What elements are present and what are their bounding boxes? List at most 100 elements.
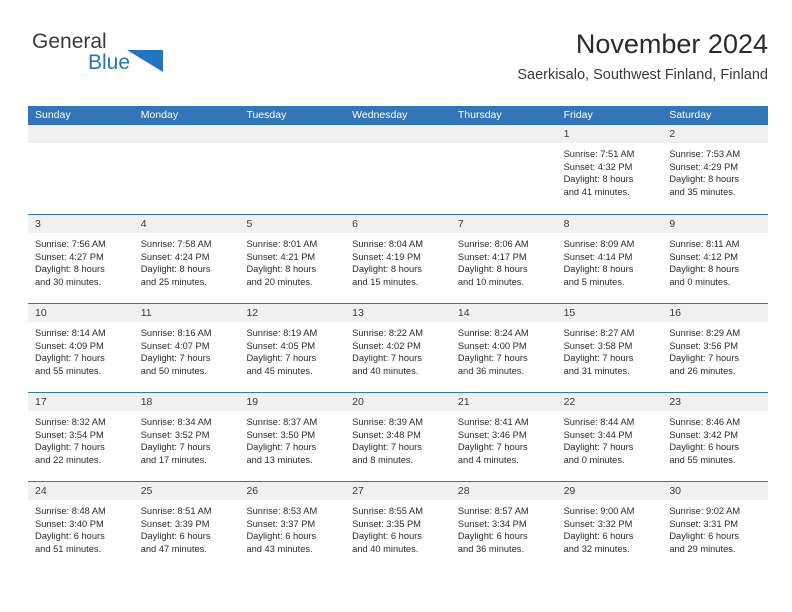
day-sunset-text: Sunset: 4:07 PM (140, 340, 210, 351)
day-number: 4 (133, 215, 240, 233)
day-cell[interactable]: 27 Sunrise: 8:55 AM Sunset: 3:35 PM Dayligh… (345, 482, 451, 570)
day-sunset-text: Sunset: 3:32 PM (563, 518, 633, 529)
day-daylight-line2-text: and 26 minutes. (669, 365, 736, 376)
day-cell[interactable]: 24 Sunrise: 8:48 AM Sunset: 3:40 PM Dayligh… (28, 482, 134, 570)
day-sunset-text: Sunset: 4:00 PM (457, 340, 527, 351)
day-number: 7 (450, 215, 557, 233)
day-cell[interactable]: 21 Sunrise: 8:41 AM Sunset: 3:46 PM Dayligh… (450, 393, 557, 481)
day-details: Sunrise: 8:34 AM Sunset: 3:52 PM Daylight:… (134, 411, 240, 466)
day-sunrise-text: Sunrise: 8:55 AM (352, 506, 423, 516)
day-sunset-text: Sunset: 4:14 PM (563, 251, 633, 262)
day-number (345, 125, 451, 143)
day-cell[interactable]: 20 Sunrise: 8:39 AM Sunset: 3:48 PM Dayligh… (345, 393, 451, 481)
day-daylight-line1-text: Daylight: 8 hours (457, 264, 528, 275)
day-details: Sunrise: 8:09 AM Sunset: 4:14 PM Daylight:… (557, 233, 663, 288)
day-cell[interactable]: 29 Sunrise: 9:00 AM Sunset: 3:32 PM Dayligh… (556, 482, 663, 570)
day-sunset-text: Sunset: 4:32 PM (563, 161, 633, 172)
day-details: Sunrise: 8:04 AM Sunset: 4:19 PM Daylight:… (345, 233, 451, 288)
day-daylight-line2-text: and 40 minutes. (352, 365, 419, 376)
day-details: Sunrise: 8:32 AM Sunset: 3:54 PM Daylight:… (28, 411, 134, 466)
day-number: 30 (662, 482, 769, 500)
day-details: Sunrise: 8:39 AM Sunset: 3:48 PM Daylight:… (345, 411, 451, 466)
calendar-week-row: 10 Sunrise: 8:14 AM Sunset: 4:09 PM Dayligh… (28, 303, 769, 392)
day-cell[interactable]: 16 Sunrise: 8:29 AM Sunset: 3:56 PM Dayligh… (662, 304, 769, 392)
day-details: Sunrise: 8:44 AM Sunset: 3:44 PM Daylight:… (557, 411, 663, 466)
day-number: 20 (345, 393, 451, 411)
day-cell[interactable]: 10 Sunrise: 8:14 AM Sunset: 4:09 PM Dayligh… (28, 304, 134, 392)
day-daylight-line2-text: and 45 minutes. (246, 365, 313, 376)
day-sunset-text: Sunset: 3:37 PM (246, 518, 316, 529)
day-details: Sunrise: 8:01 AM Sunset: 4:21 PM Daylight:… (239, 233, 345, 288)
day-cell[interactable]: 8 Sunrise: 8:09 AM Sunset: 4:14 PM Daylight… (556, 215, 663, 303)
day-cell[interactable]: 18 Sunrise: 8:34 AM Sunset: 3:52 PM Dayligh… (133, 393, 240, 481)
day-daylight-line2-text: and 32 minutes. (563, 543, 630, 554)
day-cell[interactable]: 4 Sunrise: 7:58 AM Sunset: 4:24 PM Daylight… (133, 215, 240, 303)
calendar-week-row: 24 Sunrise: 8:48 AM Sunset: 3:40 PM Dayligh… (28, 481, 769, 570)
day-details: Sunrise: 8:11 AM Sunset: 4:12 PM Daylight:… (662, 233, 768, 288)
day-cell[interactable]: 2 Sunrise: 7:53 AM Sunset: 4:29 PM Daylight… (662, 125, 769, 214)
day-cell[interactable]: 25 Sunrise: 8:51 AM Sunset: 3:39 PM Dayligh… (133, 482, 240, 570)
day-sunset-text: Sunset: 3:46 PM (457, 429, 527, 440)
day-number: 6 (345, 215, 451, 233)
day-cell[interactable]: 5 Sunrise: 8:01 AM Sunset: 4:21 PM Daylight… (239, 215, 346, 303)
day-cell[interactable]: 17 Sunrise: 8:32 AM Sunset: 3:54 PM Dayligh… (28, 393, 134, 481)
day-details: Sunrise: 8:14 AM Sunset: 4:09 PM Daylight:… (28, 322, 134, 377)
day-sunrise-text: Sunrise: 8:14 AM (35, 328, 106, 338)
day-number: 11 (133, 304, 240, 322)
day-cell-empty (450, 125, 557, 214)
day-cell[interactable]: 22 Sunrise: 8:44 AM Sunset: 3:44 PM Dayligh… (556, 393, 663, 481)
day-daylight-line2-text: and 0 minutes. (563, 454, 625, 465)
day-cell[interactable]: 9 Sunrise: 8:11 AM Sunset: 4:12 PM Daylight… (662, 215, 769, 303)
day-number: 2 (662, 125, 769, 143)
day-daylight-line2-text: and 30 minutes. (35, 276, 102, 287)
day-daylight-line2-text: and 50 minutes. (140, 365, 207, 376)
day-cell[interactable]: 12 Sunrise: 8:19 AM Sunset: 4:05 PM Dayligh… (239, 304, 346, 392)
day-cell[interactable]: 1 Sunrise: 7:51 AM Sunset: 4:32 PM Daylight… (556, 125, 663, 214)
day-sunrise-text: Sunrise: 8:53 AM (246, 506, 318, 516)
day-number: 15 (556, 304, 663, 322)
day-sunrise-text: Sunrise: 8:34 AM (140, 417, 212, 427)
day-number: 8 (556, 215, 663, 233)
day-details: Sunrise: 8:24 AM Sunset: 4:00 PM Daylight:… (451, 322, 557, 377)
day-sunrise-text: Sunrise: 7:58 AM (140, 239, 212, 249)
day-details: Sunrise: 8:22 AM Sunset: 4:02 PM Daylight:… (345, 322, 451, 377)
day-details: Sunrise: 8:37 AM Sunset: 3:50 PM Daylight:… (239, 411, 345, 466)
day-sunrise-text: Sunrise: 8:01 AM (246, 239, 318, 249)
day-cell[interactable]: 14 Sunrise: 8:24 AM Sunset: 4:00 PM Dayligh… (450, 304, 557, 392)
day-sunrise-text: Sunrise: 8:04 AM (352, 239, 423, 249)
day-cell[interactable]: 6 Sunrise: 8:04 AM Sunset: 4:19 PM Daylight… (345, 215, 451, 303)
day-sunrise-text: Sunrise: 8:19 AM (246, 328, 318, 338)
day-number: 3 (28, 215, 134, 233)
day-daylight-line1-text: Daylight: 8 hours (35, 264, 105, 275)
day-cell[interactable]: 26 Sunrise: 8:53 AM Sunset: 3:37 PM Dayligh… (239, 482, 346, 570)
day-number: 24 (28, 482, 134, 500)
day-number: 1 (556, 125, 663, 143)
day-daylight-line1-text: Daylight: 8 hours (140, 264, 211, 275)
day-cell[interactable]: 13 Sunrise: 8:22 AM Sunset: 4:02 PM Dayligh… (345, 304, 451, 392)
day-cell[interactable]: 23 Sunrise: 8:46 AM Sunset: 3:42 PM Dayligh… (662, 393, 769, 481)
day-daylight-line2-text: and 25 minutes. (140, 276, 207, 287)
day-daylight-line2-text: and 22 minutes. (35, 454, 102, 465)
day-daylight-line2-text: and 55 minutes. (669, 454, 736, 465)
day-sunrise-text: Sunrise: 7:56 AM (35, 239, 106, 249)
day-daylight-line1-text: Daylight: 8 hours (246, 264, 317, 275)
day-daylight-line1-text: Daylight: 6 hours (140, 531, 211, 542)
day-cell[interactable]: 15 Sunrise: 8:27 AM Sunset: 3:58 PM Dayligh… (556, 304, 663, 392)
day-daylight-line1-text: Daylight: 7 hours (352, 442, 422, 453)
day-daylight-line1-text: Daylight: 7 hours (140, 442, 211, 453)
calendar-weeks: 1 Sunrise: 7:51 AM Sunset: 4:32 PM Daylight… (28, 125, 769, 570)
day-cell[interactable]: 7 Sunrise: 8:06 AM Sunset: 4:17 PM Daylight… (450, 215, 557, 303)
day-sunset-text: Sunset: 3:50 PM (246, 429, 316, 440)
day-sunset-text: Sunset: 3:44 PM (563, 429, 633, 440)
day-cell[interactable]: 3 Sunrise: 7:56 AM Sunset: 4:27 PM Daylight… (28, 215, 134, 303)
day-daylight-line1-text: Daylight: 6 hours (563, 531, 634, 542)
day-cell[interactable]: 19 Sunrise: 8:37 AM Sunset: 3:50 PM Dayligh… (239, 393, 346, 481)
day-daylight-line1-text: Daylight: 7 hours (140, 353, 211, 364)
day-cell[interactable]: 28 Sunrise: 8:57 AM Sunset: 3:34 PM Dayligh… (450, 482, 557, 570)
day-cell[interactable]: 30 Sunrise: 9:02 AM Sunset: 3:31 PM Dayligh… (662, 482, 769, 570)
day-number: 18 (133, 393, 240, 411)
day-number: 19 (239, 393, 346, 411)
day-number: 29 (556, 482, 663, 500)
day-cell[interactable]: 11 Sunrise: 8:16 AM Sunset: 4:07 PM Dayligh… (133, 304, 240, 392)
day-daylight-line1-text: Daylight: 6 hours (669, 442, 740, 453)
